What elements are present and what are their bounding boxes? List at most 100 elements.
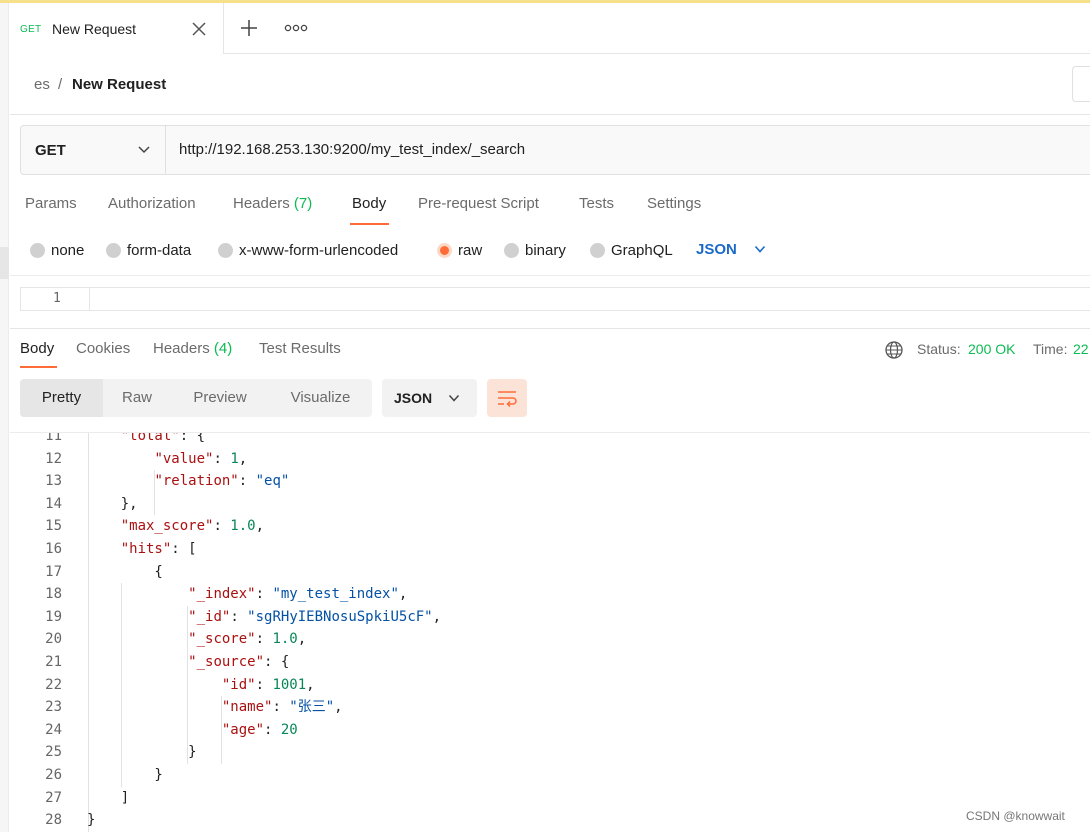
time-value[interactable]: 22: [1073, 341, 1089, 357]
code-line: 26 }: [10, 764, 1090, 786]
status-label: Status:: [917, 341, 961, 357]
code-line: 12 "value": 1,: [10, 448, 1090, 470]
tab-params[interactable]: Params: [25, 195, 77, 212]
line-number: 25: [45, 744, 62, 761]
divider: [10, 328, 1090, 329]
response-tab-headers-label: Headers: [153, 340, 210, 357]
code-line: 13 "relation": "eq": [10, 470, 1090, 492]
line-number: 17: [45, 563, 62, 580]
code-line: 18 "_index": "my_test_index",: [10, 583, 1090, 605]
line-number: 23: [45, 699, 62, 716]
line-number: 16: [45, 541, 62, 557]
radio-label: x-www-form-urlencoded: [239, 242, 399, 259]
tab-settings[interactable]: Settings: [647, 195, 701, 212]
tab-body[interactable]: Body: [352, 195, 386, 212]
line-number: 21: [45, 654, 62, 670]
request-body-editor[interactable]: 1: [20, 287, 1090, 311]
divider: [10, 275, 1090, 276]
wrap-lines-button[interactable]: [487, 379, 527, 417]
watermark: CSDN @knowwait: [966, 809, 1065, 823]
code-text: "name": "张三",: [221, 699, 343, 716]
line-number: 20: [45, 631, 62, 648]
plus-icon[interactable]: [238, 17, 260, 39]
editor-gutter: 1: [21, 288, 89, 310]
url-input[interactable]: http://192.168.253.130:9200/my_test_inde…: [179, 141, 525, 158]
status-value[interactable]: 200 OK: [968, 341, 1015, 357]
radio-dot: [30, 243, 45, 258]
code-text: "_id": "sgRHyIEBNosuSpkiU5cF",: [188, 608, 442, 625]
code-text: }: [87, 812, 96, 829]
request-tab[interactable]: GET New Request: [10, 3, 224, 54]
view-pretty-button[interactable]: Pretty: [20, 379, 103, 417]
code-text: },: [87, 495, 138, 512]
chevron-down-icon: [448, 394, 460, 402]
active-tab-indicator: [350, 223, 389, 225]
body-format-select[interactable]: JSON: [696, 241, 737, 258]
chevron-down-icon: [138, 146, 150, 154]
code-text: "age": 20: [221, 721, 298, 738]
body-type-selector: none form-data x-www-form-urlencoded raw…: [10, 232, 1090, 272]
code-line: 22 "id": 1001,: [10, 674, 1090, 696]
radio-label: GraphQL: [611, 242, 673, 259]
line-number: 13: [45, 473, 62, 490]
code-text: }: [87, 744, 197, 761]
more-options-icon[interactable]: [284, 22, 308, 34]
line-number: 15: [45, 518, 62, 535]
tab-method: GET: [20, 24, 42, 35]
view-raw-button[interactable]: Raw: [103, 379, 171, 417]
method-select[interactable]: GET: [21, 126, 166, 174]
chevron-down-icon[interactable]: [754, 245, 766, 254]
line-number: 28: [45, 812, 62, 829]
sidebar-marker: [0, 247, 9, 279]
code-line: 20 "_score": 1.0,: [10, 628, 1090, 650]
close-icon[interactable]: [190, 20, 208, 38]
view-preview-button[interactable]: Preview: [171, 379, 269, 417]
line-number: 27: [45, 789, 62, 806]
breadcrumb: es / New Request: [10, 54, 1090, 115]
radio-dot: [218, 243, 233, 258]
code-text: "_index": "my_test_index",: [188, 586, 408, 603]
response-tab-body[interactable]: Body: [20, 340, 54, 357]
breadcrumb-parent[interactable]: es: [34, 76, 50, 93]
left-sidebar-edge: [0, 3, 9, 832]
globe-icon[interactable]: [884, 340, 904, 360]
code-line: 23 "name": "张三",: [10, 696, 1090, 718]
radio-dot: [590, 243, 605, 258]
response-format-select[interactable]: JSON: [382, 379, 477, 417]
code-line: 21 "_source": {: [10, 651, 1090, 673]
response-tab-test-results[interactable]: Test Results: [259, 340, 341, 357]
code-text: }: [87, 767, 163, 783]
code-text: "relation": "eq": [154, 473, 290, 490]
response-tab-headers[interactable]: Headers (4): [153, 340, 232, 357]
tab-headers[interactable]: Headers (7): [233, 195, 312, 212]
save-button-edge[interactable]: [1072, 66, 1090, 102]
tab-tests[interactable]: Tests: [579, 195, 614, 212]
radio-label: form-data: [127, 242, 192, 259]
breadcrumb-current[interactable]: New Request: [72, 76, 166, 93]
radio-dot: [106, 243, 121, 258]
line-number: 24: [45, 721, 62, 738]
response-tab-cookies[interactable]: Cookies: [76, 340, 130, 357]
line-number: 18: [45, 586, 62, 603]
response-body-viewer[interactable]: 11 "total": {12 "value": 1, 13 "relation"…: [10, 432, 1090, 832]
code-text: {: [87, 563, 163, 580]
code-text: "id": 1001,: [221, 676, 315, 693]
code-text: "hits": [: [120, 541, 197, 557]
editor-line[interactable]: [89, 288, 1090, 310]
code-line: 25 }: [10, 741, 1090, 763]
line-number: 1: [53, 291, 61, 306]
tab-pre-request-script[interactable]: Pre-request Script: [418, 195, 539, 212]
response-tabs: Body Cookies Headers (4) Test Results St…: [10, 330, 1090, 370]
code-line: 16 "hits": [: [10, 538, 1090, 560]
code-text: "_source": {: [188, 654, 290, 670]
code-line: 11 "total": {: [10, 433, 1090, 447]
code-line: 24 "age": 20: [10, 719, 1090, 741]
line-number: 14: [45, 495, 62, 512]
tab-authorization[interactable]: Authorization: [108, 195, 196, 212]
tab-headers-label: Headers: [233, 195, 290, 212]
code-line: 28}: [10, 809, 1090, 831]
time-label: Time:: [1033, 341, 1068, 357]
radio-label: none: [51, 242, 85, 259]
radio-label: binary: [525, 242, 566, 259]
view-visualize-button[interactable]: Visualize: [269, 379, 372, 417]
